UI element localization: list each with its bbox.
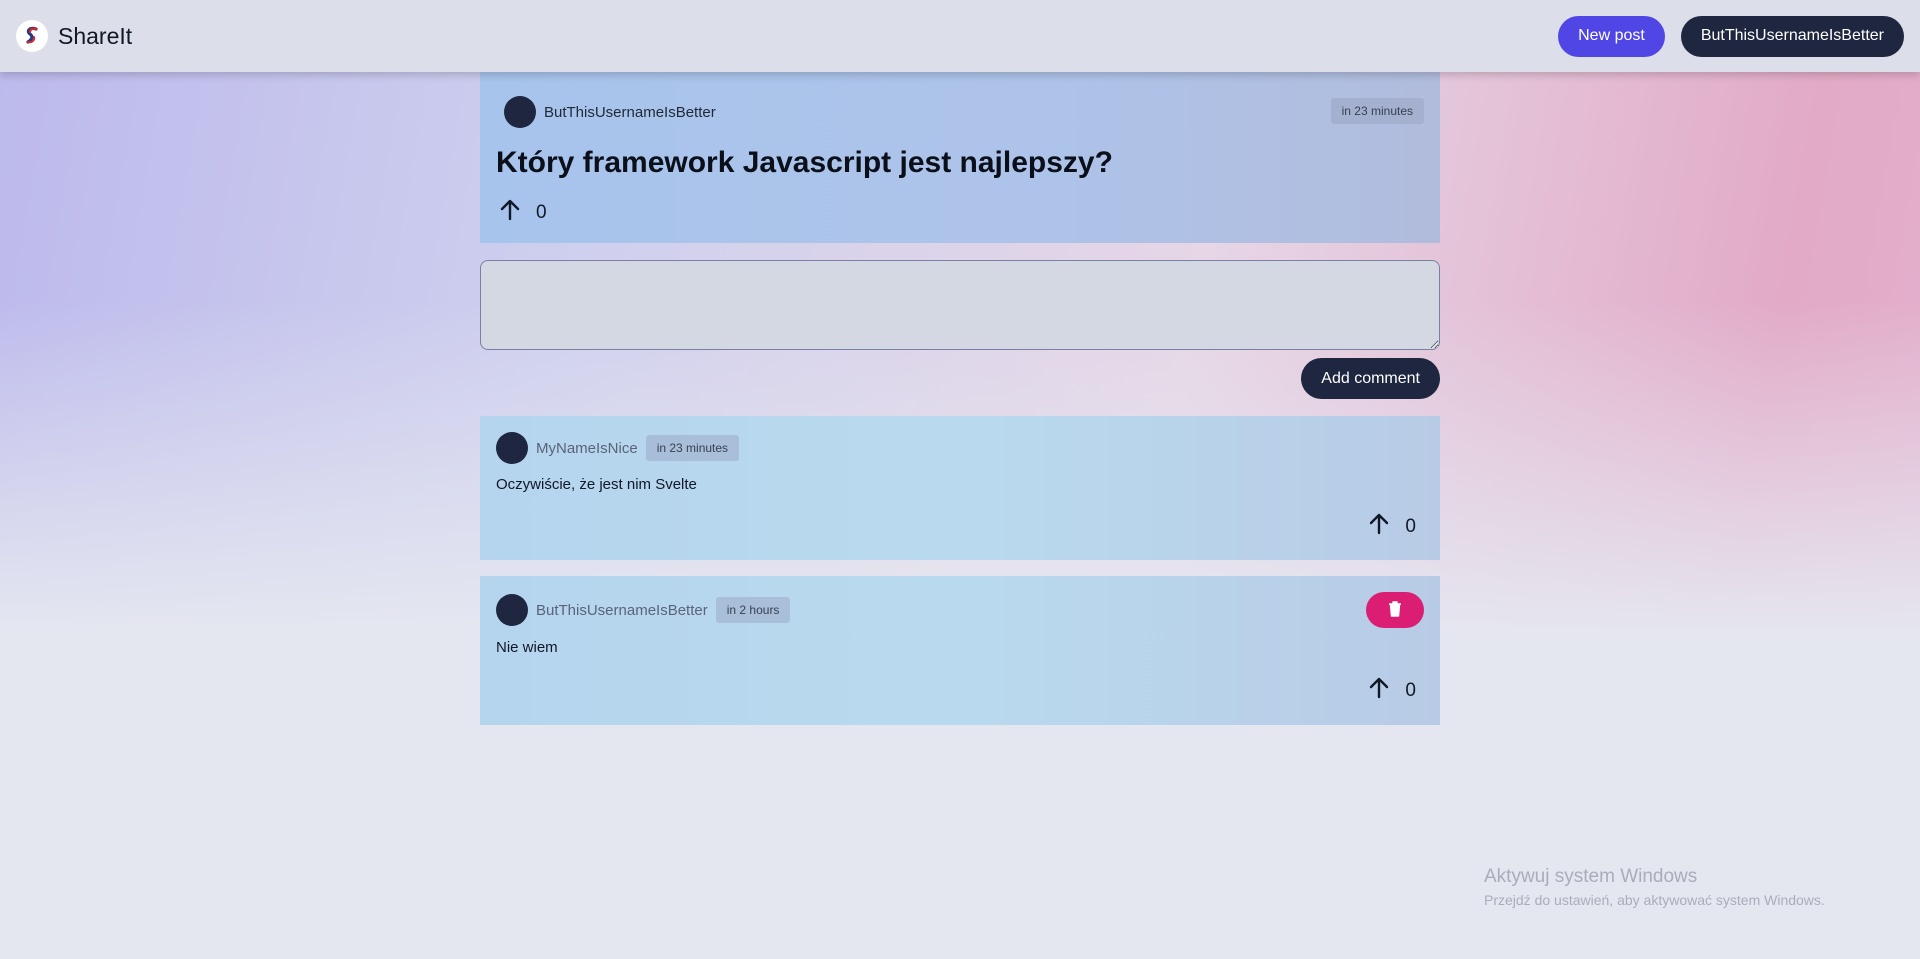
avatar[interactable] <box>496 432 528 464</box>
comment-text: Oczywiście, że jest nim Svelte <box>496 476 697 493</box>
post-time-badge: in 23 minutes <box>1330 98 1424 124</box>
delete-comment-button[interactable] <box>1366 592 1424 628</box>
header-actions: New post ButThisUsernameIsBetter <box>1558 15 1904 57</box>
watermark-title: Aktywuj system Windows <box>1484 866 1698 887</box>
watermark-subtitle: Przejdź do ustawień, aby aktywować syste… <box>1484 892 1825 908</box>
comment-time-badge: in 23 minutes <box>645 435 740 461</box>
post-author[interactable]: ButThisUsernameIsBetter <box>544 104 716 121</box>
comment-card: MyNameIsNice in 23 minutes Oczywiście, ż… <box>480 416 1440 560</box>
windows-activation-watermark: Aktywuj system Windows Przejdź do ustawi… <box>1484 866 1825 908</box>
comment-author[interactable]: ButThisUsernameIsBetter <box>536 602 708 619</box>
comment-vote: 0 <box>1367 512 1416 542</box>
comment-text: Nie wiem <box>496 639 558 656</box>
comment-vote: 0 <box>1367 676 1416 706</box>
trash-icon <box>1388 600 1402 620</box>
brand[interactable]: ShareIt <box>16 20 132 52</box>
comment-author[interactable]: MyNameIsNice <box>536 440 638 457</box>
new-post-button[interactable]: New post <box>1558 15 1665 57</box>
comment-header: ButThisUsernameIsBetter in 2 hours <box>496 594 791 626</box>
top-navbar: ShareIt New post ButThisUsernameIsBetter <box>0 0 1920 72</box>
vote-count: 0 <box>536 202 547 223</box>
post-header: ButThisUsernameIsBetter in 23 minutes <box>504 96 1424 128</box>
shareit-logo-icon <box>16 20 48 52</box>
app-name: ShareIt <box>58 22 133 49</box>
upvote-arrow-icon[interactable] <box>498 198 522 228</box>
upvote-arrow-icon[interactable] <box>1367 512 1391 542</box>
comment-time-badge: in 2 hours <box>715 597 791 623</box>
post-vote: 0 <box>498 198 547 228</box>
vote-count: 0 <box>1405 680 1416 701</box>
comment-input[interactable] <box>480 260 1440 350</box>
user-menu-button[interactable]: ButThisUsernameIsBetter <box>1680 15 1904 57</box>
comment-header: MyNameIsNice in 23 minutes <box>496 432 740 464</box>
comment-card: ButThisUsernameIsBetter in 2 hours Nie w… <box>480 576 1440 725</box>
add-comment-button[interactable]: Add comment <box>1301 358 1440 399</box>
vote-count: 0 <box>1405 516 1416 537</box>
avatar[interactable] <box>504 96 536 128</box>
avatar[interactable] <box>496 594 528 626</box>
upvote-arrow-icon[interactable] <box>1367 676 1391 706</box>
post-title: Który framework Javascript jest najlepsz… <box>496 146 1113 179</box>
post-card: ButThisUsernameIsBetter in 23 minutes Kt… <box>480 72 1440 243</box>
